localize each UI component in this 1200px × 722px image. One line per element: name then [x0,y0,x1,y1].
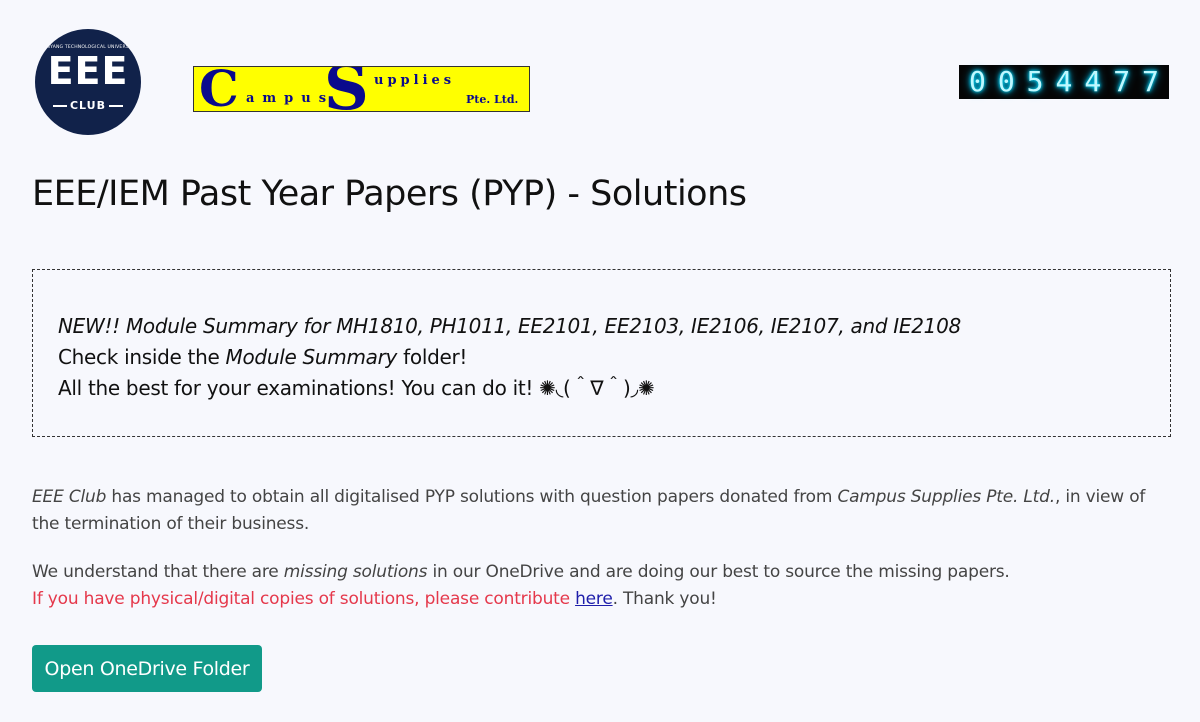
visit-counter-digit: 7 [1142,65,1159,98]
club-logo-subtext-label: CLUB [69,99,106,112]
visit-counter-digit: 0 [997,65,1015,98]
notice-box: NEW!! Module Summary for MH1810, PH1011,… [32,269,1171,437]
sponsor-logo-pte-ltd: Pte. Ltd. [466,93,519,106]
club-name-emphasis: EEE Club [32,487,107,507]
missing-text-b: in our OneDrive and are doing our best t… [427,562,1010,582]
visit-counter-digit: 4 [1084,65,1102,98]
notice-best-wishes: All the best for your examinations! You … [58,376,655,400]
sponsor-logo-big-c: C [199,66,239,112]
missing-solutions-emphasis: missing solutions [283,562,428,582]
visit-counter-digit: 4 [1055,65,1073,98]
club-logo-subtext: CLUB [49,99,127,112]
header-bar: NANYANG TECHNOLOGICAL UNIVERSITY EEE CLU… [0,0,1200,150]
notice-check-folder: Check inside the Module Summary folder! [58,342,1145,373]
notice-new-module-summary: NEW!! Module Summary for MH1810, PH1011,… [58,311,1145,342]
sponsor-logo-big-s: S [324,66,369,112]
notice-check-suffix: folder! [397,345,468,369]
missing-solutions-paragraph: We understand that there are missing sol… [32,559,1162,613]
visit-counter-digit: 7 [1113,65,1131,98]
sponsor-logo-campus-text: ampus [246,91,335,106]
club-logo-letters: EEE [47,49,129,93]
donation-text-a: has managed to obtain all digitalised PY… [106,487,838,507]
missing-text-a: We understand that there are [32,562,284,582]
visit-counter: 0 0 5 4 4 7 7 [959,65,1169,99]
notice-check-prefix: Check inside the [58,345,226,369]
visit-counter-digit: 5 [1026,65,1044,98]
notice-new-module-summary-text: NEW!! Module Summary for MH1810, PH1011,… [58,314,961,338]
eee-club-logo: NANYANG TECHNOLOGICAL UNIVERSITY EEE CLU… [35,29,141,135]
thanks-text: . Thank you! [612,589,717,609]
contribute-text: If you have physical/digital copies of s… [32,589,576,609]
sponsor-logo-supplies-text: upplies [374,73,456,88]
open-onedrive-folder-button[interactable]: Open OneDrive Folder [32,645,262,692]
contribute-here-link[interactable]: here [575,589,613,609]
campus-supplies-logo: C ampus S upplies Pte. Ltd. [193,66,530,112]
donation-paragraph: EEE Club has managed to obtain all digit… [32,484,1162,538]
notice-module-summary-emphasis: Module Summary [225,345,398,369]
page-title: EEE/IEM Past Year Papers (PYP) - Solutio… [32,174,747,214]
visit-counter-digit: 0 [968,65,986,98]
company-name-emphasis: Campus Supplies Pte. Ltd. [837,487,1055,507]
